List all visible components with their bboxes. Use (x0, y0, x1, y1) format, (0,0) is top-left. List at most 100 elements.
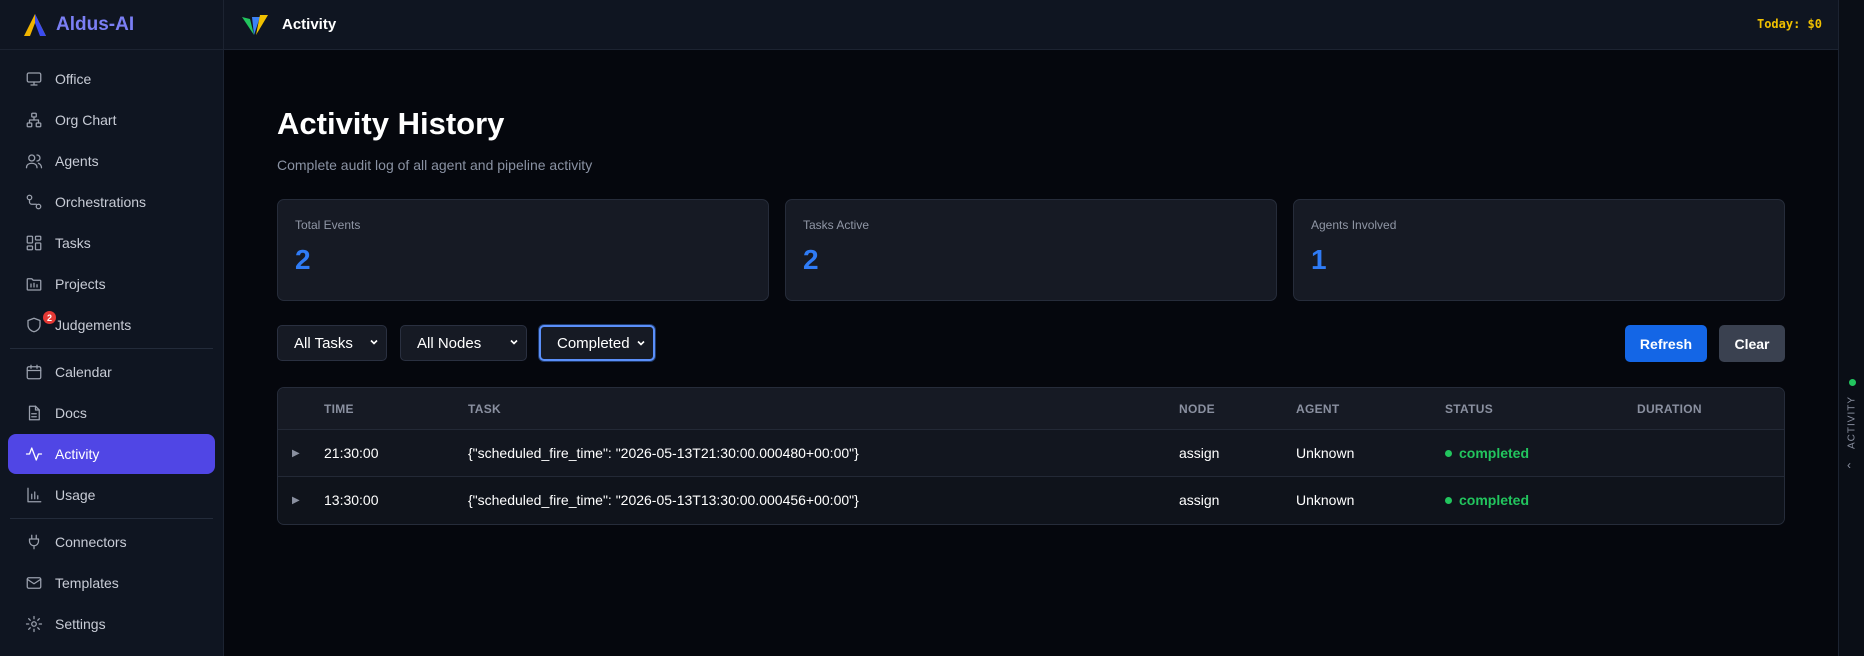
cell-node: assign (1179, 492, 1220, 508)
status-dot-icon (1445, 496, 1452, 504)
column-header-duration[interactable]: DURATION (1637, 388, 1702, 429)
sidebar-item-usage[interactable]: Usage (8, 475, 215, 515)
select-value: Completed (557, 334, 630, 352)
users-icon (25, 152, 43, 170)
column-header-time[interactable]: TIME (324, 388, 354, 429)
sidebar-item-label: Tasks (55, 235, 91, 251)
sidebar-item-label: Orchestrations (55, 194, 147, 210)
sidebar-item-docs[interactable]: Docs (8, 393, 215, 433)
app-root: Aldus-AI Office Org Chart Agents Orchest… (0, 0, 1864, 656)
sidebar: Aldus-AI Office Org Chart Agents Orchest… (0, 0, 224, 656)
sidebar-item-label: Connectors (55, 534, 127, 550)
grid-icon (25, 234, 43, 252)
sidebar-item-label: Agents (55, 153, 99, 169)
stat-card-agents-involved: Agents Involved 1 (1293, 199, 1785, 301)
stat-value: 2 (803, 244, 819, 275)
cell-agent: Unknown (1296, 492, 1355, 508)
task-filter-select[interactable]: All Tasks (277, 325, 387, 361)
activity-table: TIME TASK NODE AGENT STATUS DURATION ▶ 2… (277, 387, 1785, 525)
mail-icon (25, 574, 43, 592)
sidebar-item-judgements[interactable]: 2 Judgements (8, 305, 215, 345)
monitor-icon (25, 70, 43, 88)
sidebar-item-connectors[interactable]: Connectors (8, 522, 215, 562)
sidebar-item-agents[interactable]: Agents (8, 141, 215, 181)
document-icon (25, 404, 43, 422)
chevron-left-icon[interactable]: ‹ (1847, 458, 1851, 472)
status-text: completed (1459, 445, 1530, 461)
column-header-status[interactable]: STATUS (1445, 388, 1493, 429)
cell-time: 21:30:00 (324, 445, 379, 461)
activity-page-logo-icon (242, 14, 268, 35)
node-filter-select[interactable]: All Nodes (400, 325, 527, 361)
stat-label: Agents Involved (1311, 218, 1397, 232)
main-content: Activity History Complete audit log of a… (225, 51, 1838, 656)
sidebar-item-orchestrations[interactable]: Orchestrations (8, 182, 215, 222)
sidebar-item-settings[interactable]: Settings (8, 604, 215, 644)
clear-button[interactable]: Clear (1719, 325, 1785, 362)
sidebar-item-label: Settings (55, 616, 106, 632)
sidebar-item-label: Docs (55, 405, 87, 421)
sidebar-item-calendar[interactable]: Calendar (8, 352, 215, 392)
table-header: TIME TASK NODE AGENT STATUS DURATION (278, 388, 1784, 429)
cell-agent: Unknown (1296, 445, 1355, 461)
column-header-agent[interactable]: AGENT (1296, 388, 1340, 429)
chevron-down-icon (637, 340, 645, 346)
bar-chart-icon (25, 486, 43, 504)
stat-label: Tasks Active (803, 218, 870, 232)
activity-icon (25, 445, 43, 463)
select-value: All Nodes (417, 334, 482, 352)
sidebar-item-label: Templates (55, 575, 119, 591)
sidebar-item-label: Judgements (55, 317, 132, 333)
expand-row-icon[interactable]: ▶ (292, 430, 300, 476)
status-filter-select[interactable]: Completed (539, 325, 655, 361)
rail-label: ACTIVITY (1846, 395, 1858, 449)
gear-icon (25, 615, 43, 633)
refresh-button[interactable]: Refresh (1625, 325, 1707, 362)
workflow-icon (25, 193, 43, 211)
sidebar-item-org-chart[interactable]: Org Chart (8, 100, 215, 140)
sidebar-divider (10, 518, 213, 519)
sidebar-item-label: Activity (55, 446, 100, 462)
table-row[interactable]: ▶ 21:30:00 {"scheduled_fire_time": "2026… (278, 429, 1784, 476)
activity-side-rail[interactable]: ACTIVITY ‹ (1838, 0, 1864, 656)
sidebar-item-label: Office (55, 71, 92, 87)
sidebar-item-office[interactable]: Office (8, 59, 215, 99)
folder-icon (25, 275, 43, 293)
sidebar-item-label: Org Chart (55, 112, 117, 128)
today-cost: Today: $0 (1756, 17, 1822, 31)
sidebar-item-projects[interactable]: Projects (8, 264, 215, 304)
sidebar-item-tasks[interactable]: Tasks (8, 223, 215, 263)
sidebar-nav: Office Org Chart Agents Orchestrations T… (0, 50, 223, 644)
stat-value: 1 (1311, 244, 1327, 275)
chevron-down-icon (510, 339, 518, 345)
sidebar-item-activity[interactable]: Activity (8, 434, 215, 474)
sidebar-item-label: Calendar (55, 364, 112, 380)
top-bar: Activity Today: $0 (224, 0, 1838, 50)
judgements-count-badge: 2 (43, 311, 56, 324)
org-chart-icon (25, 111, 43, 129)
sidebar-item-templates[interactable]: Templates (8, 563, 215, 603)
sidebar-item-label: Projects (55, 276, 106, 292)
status-text: completed (1459, 492, 1530, 508)
sidebar-item-label: Usage (55, 487, 96, 503)
status-dot-icon (1445, 449, 1452, 457)
page-title: Activity History (277, 106, 505, 141)
column-header-node[interactable]: NODE (1179, 388, 1215, 429)
sidebar-divider (10, 348, 213, 349)
expand-row-icon[interactable]: ▶ (292, 477, 300, 523)
aldus-logo-icon (24, 13, 46, 36)
app-name: Aldus-AI (56, 13, 135, 35)
cell-node: assign (1179, 445, 1220, 461)
chevron-down-icon (370, 339, 378, 345)
cell-status: completed (1445, 430, 1529, 476)
cell-status: completed (1445, 477, 1529, 523)
table-row[interactable]: ▶ 13:30:00 {"scheduled_fire_time": "2026… (278, 476, 1784, 523)
calendar-icon (25, 363, 43, 381)
page-subtitle: Complete audit log of all agent and pipe… (277, 157, 593, 173)
cell-task: {"scheduled_fire_time": "2026-05-13T21:3… (468, 445, 859, 461)
brand[interactable]: Aldus-AI (0, 0, 223, 50)
stat-label: Total Events (295, 218, 361, 232)
column-header-task[interactable]: TASK (468, 388, 501, 429)
stat-card-total-events: Total Events 2 (277, 199, 769, 301)
stat-card-tasks-active: Tasks Active 2 (785, 199, 1277, 301)
